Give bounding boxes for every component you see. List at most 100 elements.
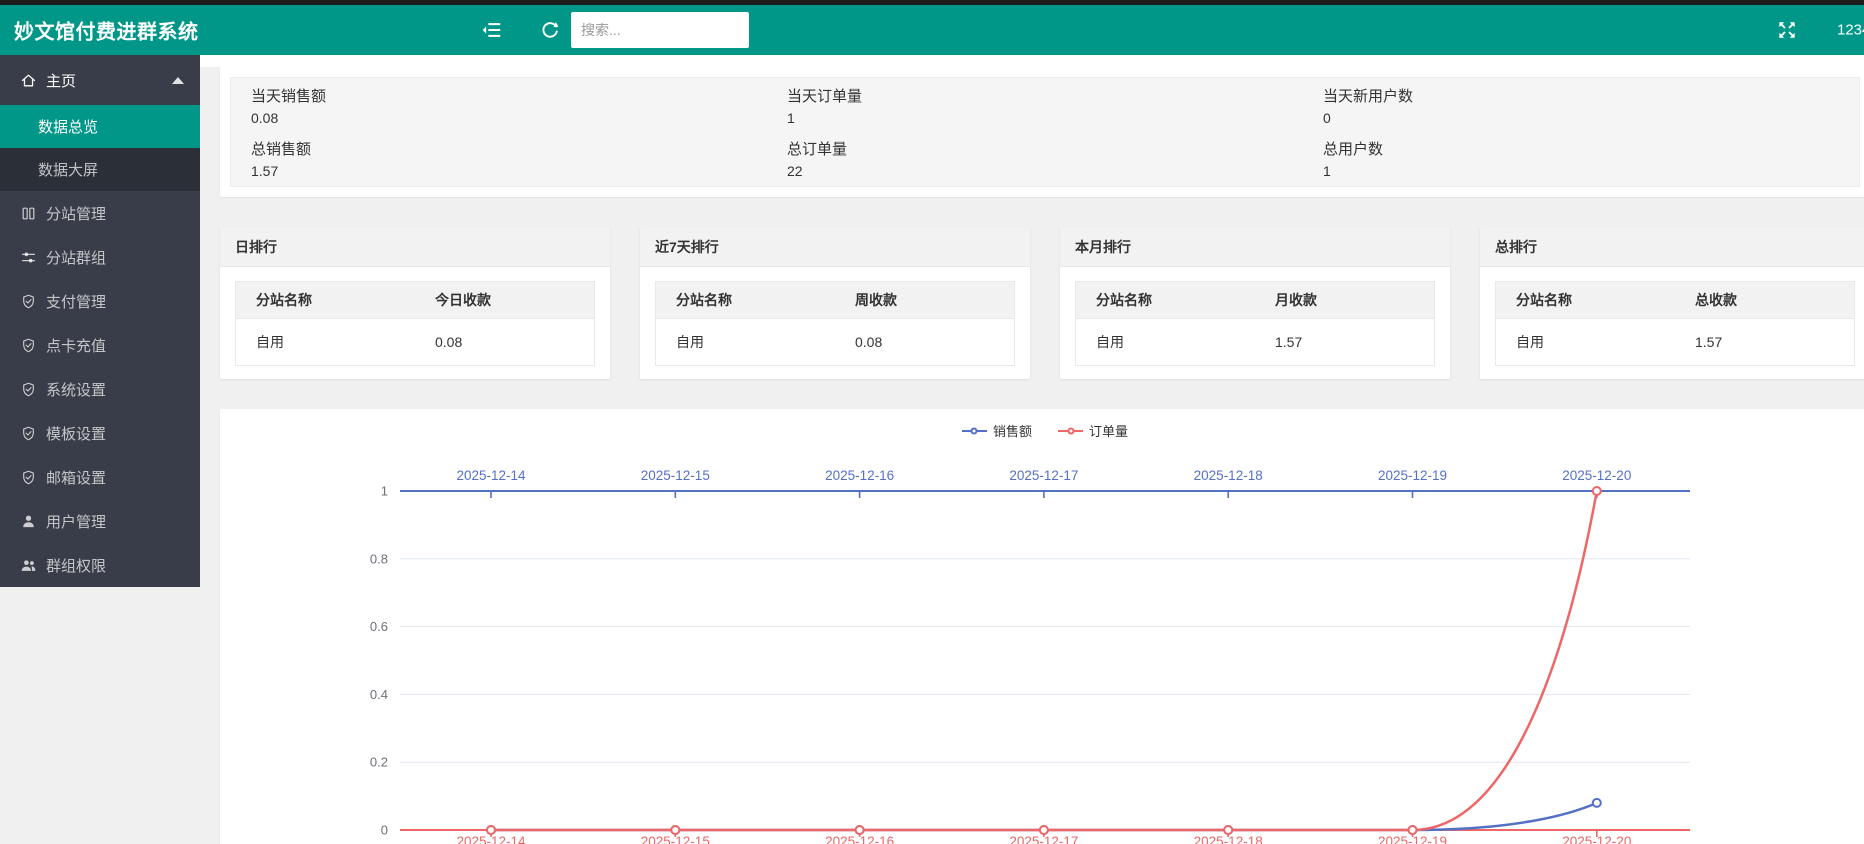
sidebar-item-label: 模板设置 — [46, 423, 106, 444]
column-header: 分站名称 — [656, 282, 836, 319]
svg-text:2025-12-16: 2025-12-16 — [825, 834, 894, 844]
ranking-table: 分站名称 月收款 自用 1.57 — [1075, 281, 1435, 366]
sidebar-item-data-overview[interactable]: 数据总览 — [0, 105, 200, 148]
sidebar-item-template-settings[interactable]: 模板设置 — [0, 411, 200, 455]
svg-text:2025-12-14: 2025-12-14 — [456, 834, 526, 844]
svg-text:0.4: 0.4 — [370, 687, 388, 702]
svg-text:2025-12-20: 2025-12-20 — [1562, 468, 1631, 483]
shield-check-icon — [20, 337, 37, 354]
chart-card: 销售额 订单量 00.20.40.60.812025-12-142025-12-… — [220, 409, 1864, 844]
sidebar-item-label: 主页 — [46, 70, 76, 91]
refresh-icon[interactable] — [539, 19, 561, 41]
stat-today-sales-label: 当天销售额 — [251, 86, 767, 108]
svg-text:0.2: 0.2 — [370, 755, 388, 770]
table-row: 自用 1.57 — [1496, 319, 1855, 366]
sidebar-item-system-settings[interactable]: 系统设置 — [0, 367, 200, 411]
legend-item-sales[interactable]: 销售额 — [962, 421, 1032, 440]
sidebar-item-label: 用户管理 — [46, 511, 106, 532]
sidebar-item-label: 数据大屏 — [38, 159, 98, 180]
column-header: 月收款 — [1255, 282, 1435, 319]
ranking-card-title: 本月排行 — [1060, 227, 1450, 267]
ranking-card-daily: 日排行 分站名称 今日收款 自用 0.08 — [220, 227, 610, 379]
stat-today-sales-value: 0.08 — [251, 108, 767, 128]
site-name-cell: 自用 — [656, 319, 836, 366]
stat-today-new-users-label: 当天新用户数 — [1323, 86, 1839, 108]
svg-text:2025-12-14: 2025-12-14 — [456, 468, 526, 483]
column-header: 分站名称 — [236, 282, 416, 319]
amount-cell: 0.08 — [835, 319, 1015, 366]
chevron-up-icon — [172, 77, 184, 84]
legend-label: 销售额 — [993, 421, 1032, 440]
ranking-table: 分站名称 周收款 自用 0.08 — [655, 281, 1015, 366]
stats-card: 当天销售额 0.08 总销售额 1.57 当天订单量 1 总订单量 22 当天新… — [220, 67, 1864, 197]
sidebar-item-user-management[interactable]: 用户管理 — [0, 499, 200, 543]
table-row: 自用 1.57 — [1076, 319, 1435, 366]
svg-text:2025-12-19: 2025-12-19 — [1378, 834, 1447, 844]
column-header: 今日收款 — [415, 282, 595, 319]
legend-item-orders[interactable]: 订单量 — [1058, 421, 1128, 440]
column-header: 总收款 — [1675, 282, 1855, 319]
shield-check-icon — [20, 425, 37, 442]
sales-orders-chart[interactable]: 00.20.40.60.812025-12-142025-12-152025-1… — [220, 409, 1864, 844]
svg-text:2025-12-16: 2025-12-16 — [825, 468, 894, 483]
svg-text:2025-12-18: 2025-12-18 — [1194, 468, 1263, 483]
svg-text:2025-12-15: 2025-12-15 — [641, 468, 710, 483]
amount-cell: 1.57 — [1675, 319, 1855, 366]
sidebar-item-label: 分站群组 — [46, 247, 106, 268]
site-name-cell: 自用 — [1496, 319, 1676, 366]
stat-total-sales-label: 总销售额 — [251, 139, 767, 161]
stat-today-orders-value: 1 — [787, 108, 1303, 128]
stats-column-orders: 当天订单量 1 总订单量 22 — [777, 84, 1313, 180]
svg-text:2025-12-15: 2025-12-15 — [641, 834, 710, 844]
sidebar-item-site-groups[interactable]: 分站群组 — [0, 235, 200, 279]
user-number[interactable]: 12345 — [1837, 22, 1864, 39]
app-header: 妙文馆付费进群系统 12345 — [0, 5, 1864, 55]
stats-column-users: 当天新用户数 0 总用户数 1 — [1313, 84, 1849, 180]
ranking-card-title: 总排行 — [1480, 227, 1864, 267]
stat-today-new-users-value: 0 — [1323, 108, 1839, 128]
sidebar-item-card-recharge[interactable]: 点卡充值 — [0, 323, 200, 367]
ranking-card-weekly: 近7天排行 分站名称 周收款 自用 0.08 — [640, 227, 1030, 379]
search-input[interactable] — [571, 12, 749, 48]
sidebar-item-home[interactable]: 主页 — [0, 55, 200, 105]
sidebar-item-label: 邮箱设置 — [46, 467, 106, 488]
ranking-row: 日排行 分站名称 今日收款 自用 0.08 近7天排行 — [220, 227, 1864, 379]
stat-total-sales-value: 1.57 — [251, 161, 767, 181]
legend-label: 订单量 — [1089, 421, 1128, 440]
main-content: 当天销售额 0.08 总销售额 1.57 当天订单量 1 总订单量 22 当天新… — [200, 55, 1864, 844]
column-header: 分站名称 — [1076, 282, 1256, 319]
amount-cell: 1.57 — [1255, 319, 1435, 366]
sidebar: 主页 数据总览 数据大屏 分站管理 分站群组 支付管理 点卡充值 — [0, 55, 200, 587]
amount-cell: 0.08 — [415, 319, 595, 366]
svg-text:2025-12-17: 2025-12-17 — [1009, 468, 1078, 483]
shield-check-icon — [20, 381, 37, 398]
sidebar-item-label: 支付管理 — [46, 291, 106, 312]
users-icon — [20, 557, 37, 574]
home-icon — [20, 72, 37, 89]
sidebar-item-email-settings[interactable]: 邮箱设置 — [0, 455, 200, 499]
sidebar-item-group-permissions[interactable]: 群组权限 — [0, 543, 200, 587]
menu-collapse-icon[interactable] — [481, 19, 503, 41]
fullscreen-icon[interactable] — [1776, 19, 1798, 41]
stat-total-orders-label: 总订单量 — [787, 139, 1303, 161]
ranking-card-title: 日排行 — [220, 227, 610, 267]
site-name-cell: 自用 — [1076, 319, 1256, 366]
site-name-cell: 自用 — [236, 319, 416, 366]
legend-line-circle-icon — [962, 430, 987, 432]
sidebar-item-site-management[interactable]: 分站管理 — [0, 191, 200, 235]
table-row: 自用 0.08 — [236, 319, 595, 366]
stat-today-orders-label: 当天订单量 — [787, 86, 1303, 108]
sidebar-item-label: 点卡充值 — [46, 335, 106, 356]
ranking-table: 分站名称 今日收款 自用 0.08 — [235, 281, 595, 366]
ranking-card-title: 近7天排行 — [640, 227, 1030, 267]
ranking-card-total: 总排行 分站名称 总收款 自用 1.57 — [1480, 227, 1864, 379]
stat-total-users-label: 总用户数 — [1323, 139, 1839, 161]
sidebar-item-label: 分站管理 — [46, 203, 106, 224]
stat-total-users-value: 1 — [1323, 161, 1839, 181]
legend-line-circle-icon — [1058, 430, 1083, 432]
sidebar-item-payment-management[interactable]: 支付管理 — [0, 279, 200, 323]
sidebar-item-label: 系统设置 — [46, 379, 106, 400]
sidebar-item-data-screen[interactable]: 数据大屏 — [0, 148, 200, 191]
sidebar-submenu: 数据总览 数据大屏 — [0, 105, 200, 191]
stat-total-orders-value: 22 — [787, 161, 1303, 181]
